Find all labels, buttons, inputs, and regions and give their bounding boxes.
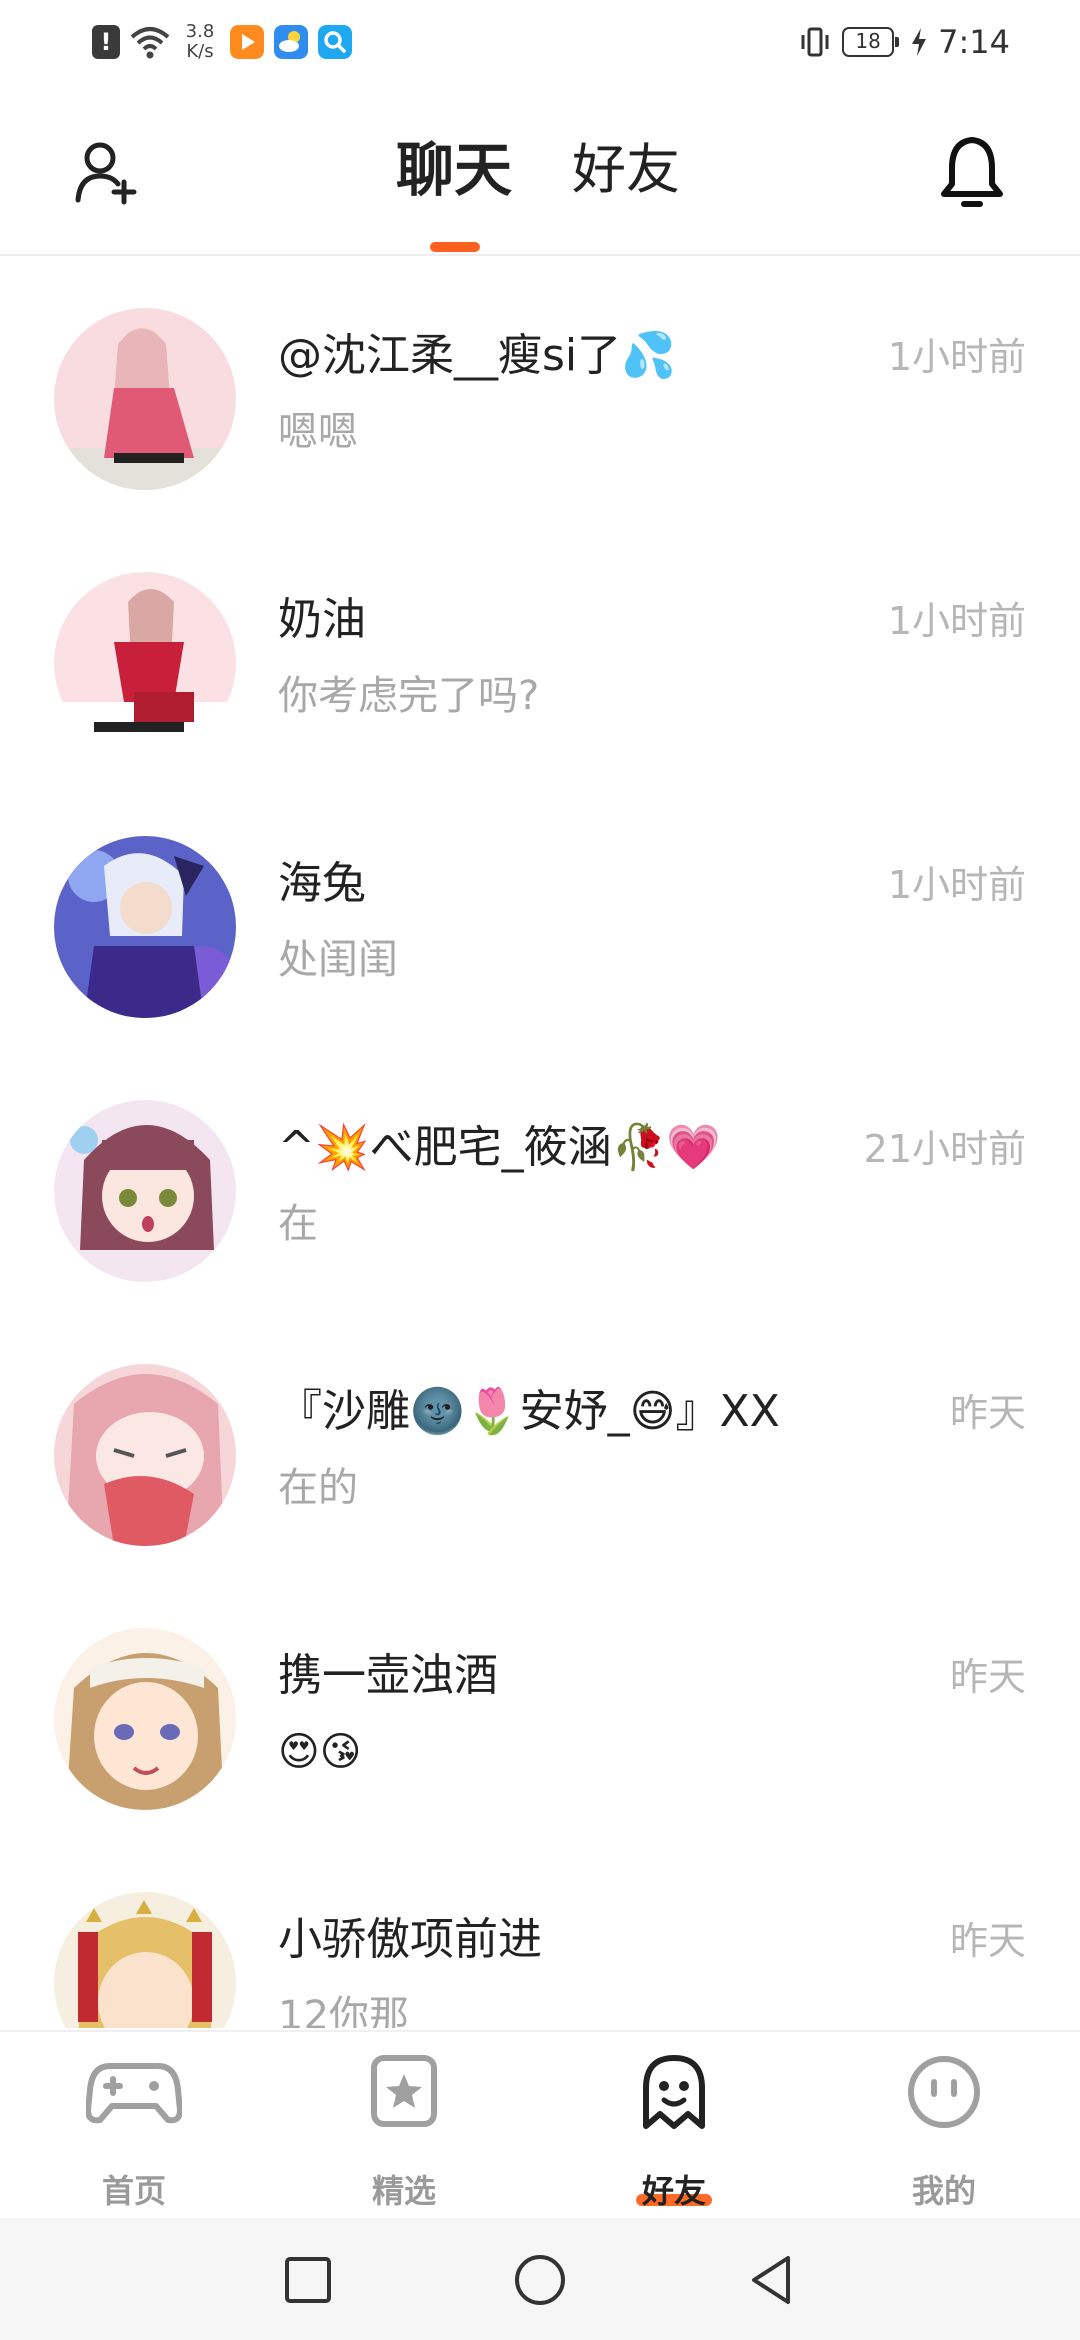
avatar xyxy=(54,1364,236,1546)
avatar xyxy=(54,1100,236,1282)
chat-name: ^💥べ肥宅_筱涵🥀💗 xyxy=(278,1122,722,1173)
charging-icon xyxy=(912,28,927,56)
chat-item[interactable]: 携一壶浊酒 😍😘 昨天 xyxy=(0,1578,1080,1842)
chat-preview: 处闺闺 xyxy=(278,937,398,983)
chat-preview: 你考虑完了吗? xyxy=(278,673,540,719)
alert-icon: ! xyxy=(92,25,120,59)
smiley-icon xyxy=(908,2056,980,2128)
avatar xyxy=(54,1628,236,1810)
net-speed: 3.8 K/s xyxy=(180,22,220,62)
chat-time: 昨天 xyxy=(949,1391,1026,1435)
chat-preview: 😍😘 xyxy=(278,1729,362,1775)
recent-apps-icon[interactable] xyxy=(278,2250,338,2310)
chat-item[interactable]: @沈江柔__瘦si了💦 嗯嗯 1小时前 xyxy=(0,258,1080,522)
tab-friends[interactable]: 好友 xyxy=(572,134,680,206)
bottom-nav: 首页 精选 好友 我的 xyxy=(0,2030,1080,2218)
chat-preview: 12你那 xyxy=(278,1993,409,2028)
chat-time: 1小时前 xyxy=(887,335,1026,379)
nav-label: 我的 xyxy=(911,2172,976,2210)
nav-label: 首页 xyxy=(101,2172,166,2210)
system-nav xyxy=(0,2218,1080,2340)
clock: 7:14 xyxy=(938,23,1010,61)
chat-time: 昨天 xyxy=(949,1655,1026,1699)
chat-name: 『沙雕🌚🌷安妤_😅』XX xyxy=(278,1386,780,1437)
chat-time: 1小时前 xyxy=(887,863,1026,907)
chat-list: @沈江柔__瘦si了💦 嗯嗯 1小时前 奶油 你考虑完了吗? 1小时前 海兔 处… xyxy=(0,258,1080,2028)
nav-label: 精选 xyxy=(371,2172,436,2210)
nav-featured[interactable]: 精选 xyxy=(304,2054,504,2210)
battery-icon: 18 xyxy=(842,27,900,57)
chat-item[interactable]: 小骄傲项前进 12你那 昨天 xyxy=(0,1842,1080,2028)
nav-me[interactable]: 我的 xyxy=(844,2054,1044,2210)
chat-time: 21小时前 xyxy=(863,1127,1026,1171)
chat-item[interactable]: ^💥べ肥宅_筱涵🥀💗 在 21小时前 xyxy=(0,1050,1080,1314)
status-bar: ! 3.8 K/s 18 7:14 xyxy=(0,0,1080,84)
chat-name: @沈江柔__瘦si了💦 xyxy=(278,330,676,381)
chat-name: 奶油 xyxy=(278,594,366,645)
tab-active-indicator xyxy=(430,242,480,252)
status-right: 18 7:14 xyxy=(798,20,1010,64)
chat-item[interactable]: 『沙雕🌚🌷安妤_😅』XX 在的 昨天 xyxy=(0,1314,1080,1578)
avatar xyxy=(54,308,236,490)
ghost-icon xyxy=(643,2055,705,2129)
video-app-icon xyxy=(230,25,264,59)
back-icon[interactable] xyxy=(742,2250,802,2310)
chat-item[interactable]: 奶油 你考虑完了吗? 1小时前 xyxy=(0,522,1080,786)
nav-friends[interactable]: 好友 xyxy=(574,2054,774,2210)
net-speed-unit: K/s xyxy=(186,41,214,62)
chat-preview: 在的 xyxy=(278,1465,358,1511)
weather-app-icon xyxy=(274,25,308,59)
top-tabs: 聊天 好友 xyxy=(0,134,1080,234)
chat-name: 携一壶浊酒 xyxy=(278,1650,498,1701)
wifi-icon xyxy=(130,27,170,59)
home-icon[interactable] xyxy=(510,2250,570,2310)
chat-preview: 在 xyxy=(278,1201,318,1247)
star-icon xyxy=(371,2055,437,2127)
header: 聊天 好友 xyxy=(0,84,1080,256)
vibrate-icon xyxy=(801,27,829,57)
net-speed-value: 3.8 xyxy=(185,21,215,42)
chat-preview: 嗯嗯 xyxy=(278,409,358,455)
tab-chat[interactable]: 聊天 xyxy=(396,134,512,206)
avatar xyxy=(54,1892,236,2028)
chat-item[interactable]: 海兔 处闺闺 1小时前 xyxy=(0,786,1080,1050)
chat-name: 小骄傲项前进 xyxy=(278,1914,542,1965)
chat-name: 海兔 xyxy=(278,858,366,909)
status-left: ! 3.8 K/s xyxy=(92,20,352,64)
avatar xyxy=(54,572,236,754)
avatar xyxy=(54,836,236,1018)
chat-time: 昨天 xyxy=(949,1919,1026,1963)
gamepad-icon xyxy=(86,2063,182,2124)
chat-time: 1小时前 xyxy=(887,599,1026,643)
nav-home[interactable]: 首页 xyxy=(34,2054,234,2210)
bell-icon[interactable] xyxy=(936,132,1008,212)
nav-label: 好友 xyxy=(641,2172,706,2210)
search-app-icon xyxy=(318,25,352,59)
